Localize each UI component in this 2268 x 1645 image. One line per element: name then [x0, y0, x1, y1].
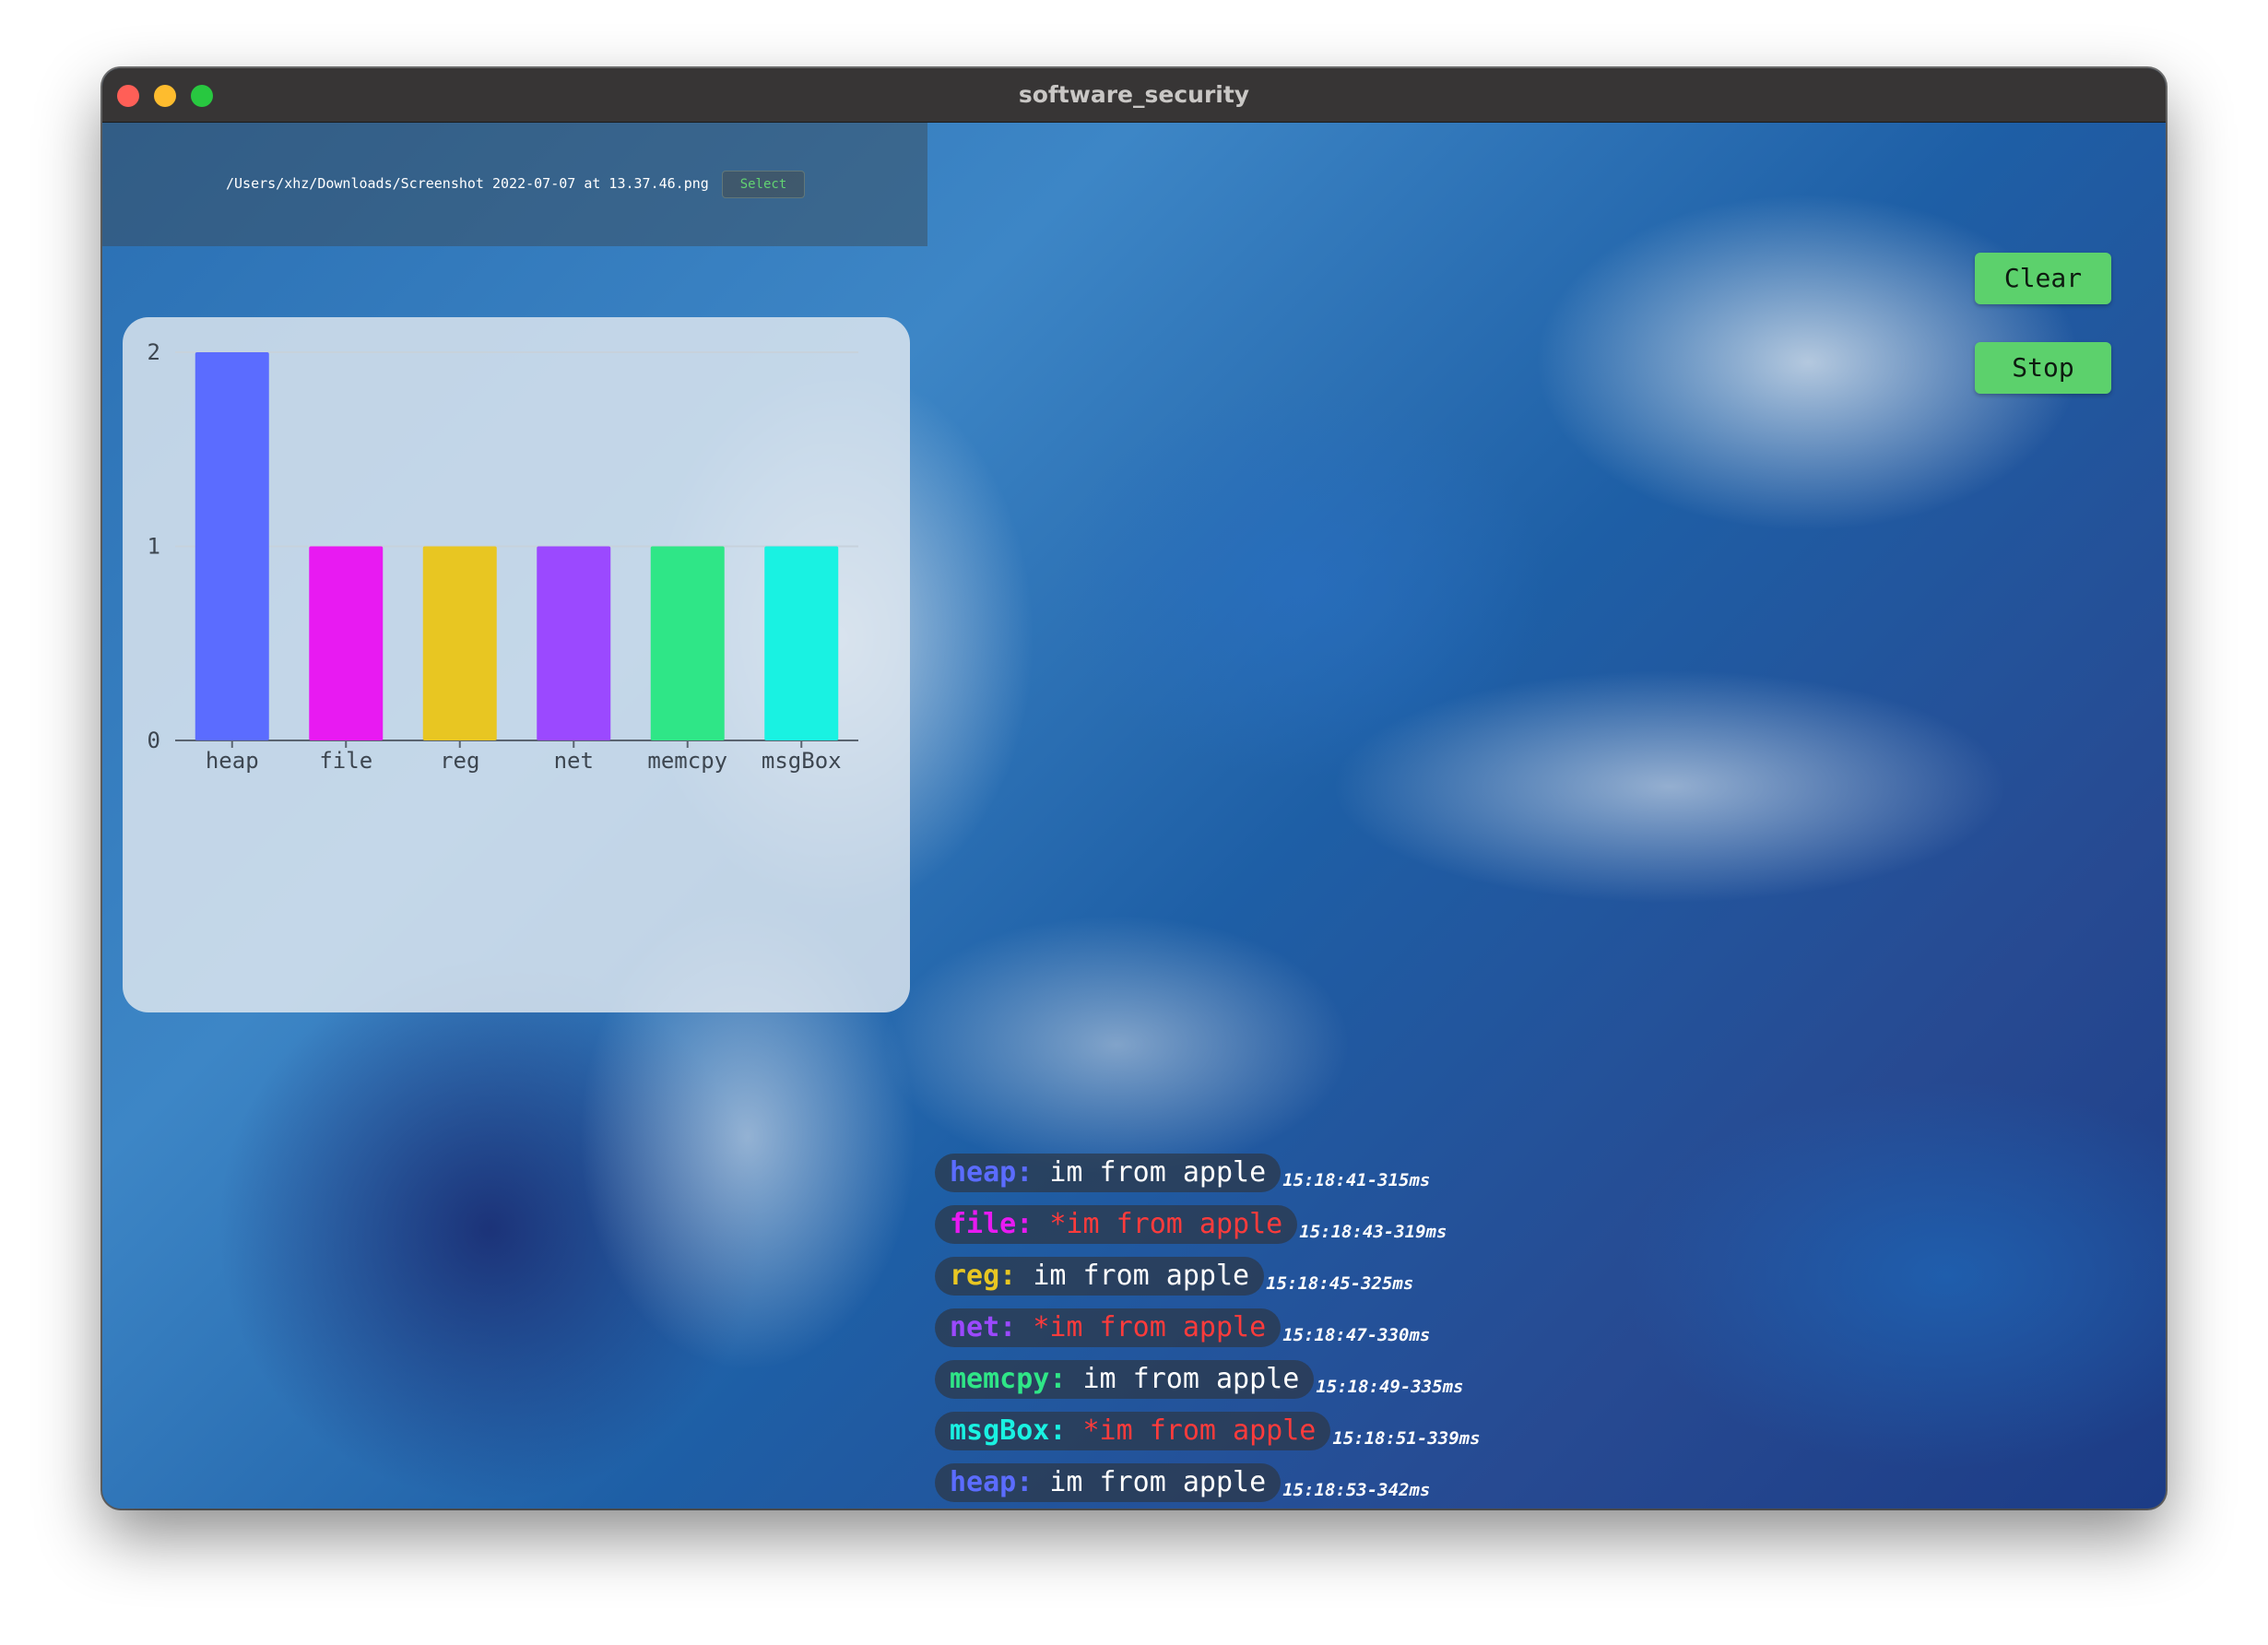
bar-memcpy	[650, 546, 725, 740]
log-timestamp: 15:18:49-335ms	[1316, 1377, 1464, 1397]
log-message-pill: heap: im from apple	[935, 1154, 1282, 1192]
log-tag: heap:	[950, 1156, 1034, 1189]
x-tick-label: msgBox	[762, 748, 842, 774]
log-message-pill: net: *im from apple	[935, 1308, 1282, 1347]
log-tag: net:	[950, 1311, 1017, 1343]
y-tick-label: 1	[148, 534, 160, 560]
log-timestamp: 15:18:41-315ms	[1282, 1170, 1431, 1190]
title-bar: software_security	[102, 68, 2166, 123]
x-tick-label: memcpy	[647, 748, 727, 774]
log-message: im from apple	[1082, 1363, 1300, 1395]
log-message-pill: file: *im from apple	[935, 1205, 1298, 1244]
log-message: *im from apple	[1033, 1311, 1267, 1343]
file-picker-bar: /Users/xhz/Downloads/Screenshot 2022-07-…	[102, 123, 927, 246]
log-message-pill: memcpy: im from apple	[935, 1360, 1315, 1399]
log-entry: memcpy: im from apple 15:18:49-335ms	[935, 1360, 1481, 1412]
x-tick-label: net	[554, 748, 594, 774]
log-message: *im from apple	[1049, 1208, 1283, 1240]
y-tick-label: 2	[148, 339, 160, 365]
log-entry: heap: im from apple 15:18:41-315ms	[935, 1154, 1481, 1205]
log-entry: heap: im from apple 15:18:53-342ms	[935, 1463, 1481, 1509]
log-message: im from apple	[1049, 1466, 1267, 1498]
bar-heap	[195, 352, 269, 740]
log-message-pill: msgBox: *im from apple	[935, 1412, 1331, 1450]
log-tag: heap:	[950, 1466, 1034, 1498]
x-tick-label: file	[319, 748, 372, 774]
log-entry: file: *im from apple 15:18:43-319ms	[935, 1205, 1481, 1257]
bar-reg	[422, 546, 497, 740]
x-tick-label: reg	[440, 748, 479, 774]
log-entry: net: *im from apple 15:18:47-330ms	[935, 1308, 1481, 1360]
log-timestamp: 15:18:51-339ms	[1332, 1428, 1481, 1449]
log-timestamp: 15:18:47-330ms	[1282, 1325, 1431, 1345]
window-title: software_security	[1018, 81, 1250, 108]
log-timestamp: 15:18:43-319ms	[1299, 1222, 1447, 1242]
bar-chart-panel: 0 1 2 heap file reg net memcpy msgBox	[123, 317, 910, 1012]
bar-file	[309, 546, 384, 740]
log-message: im from apple	[1049, 1156, 1267, 1189]
bar-net	[537, 546, 611, 740]
log-tag: memcpy:	[950, 1363, 1067, 1395]
bar-msgBox	[764, 546, 839, 740]
select-file-button[interactable]: Select	[722, 171, 805, 198]
log-message-pill: heap: im from apple	[935, 1463, 1282, 1502]
log-tag: msgBox:	[950, 1414, 1067, 1447]
log-message: *im from apple	[1082, 1414, 1317, 1447]
log-timestamp: 15:18:53-342ms	[1282, 1480, 1431, 1500]
stop-button[interactable]: Stop	[1975, 342, 2111, 394]
log-timestamp: 15:18:45-325ms	[1266, 1273, 1414, 1294]
main-content: /Users/xhz/Downloads/Screenshot 2022-07-…	[102, 123, 2166, 1509]
file-path-text: /Users/xhz/Downloads/Screenshot 2022-07-…	[226, 175, 709, 192]
log-message-pill: reg: im from apple	[935, 1257, 1265, 1296]
log-tag: file:	[950, 1208, 1034, 1240]
log-entry: msgBox: *im from apple 15:18:51-339ms	[935, 1412, 1481, 1463]
log-message: im from apple	[1033, 1260, 1250, 1292]
log-entry: reg: im from apple 15:18:45-325ms	[935, 1257, 1481, 1308]
log-tag: reg:	[950, 1260, 1017, 1292]
x-tick-label: heap	[206, 748, 259, 774]
log-list: heap: im from apple 15:18:41-315ms file: *…	[935, 1154, 1481, 1509]
bar-chart: 0 1 2 heap file reg net memcpy msgBox	[148, 339, 858, 774]
y-tick-label: 0	[148, 728, 160, 753]
app-window: software_security /Users/xhz/Downloads/S…	[102, 68, 2166, 1509]
clear-button[interactable]: Clear	[1975, 253, 2111, 304]
